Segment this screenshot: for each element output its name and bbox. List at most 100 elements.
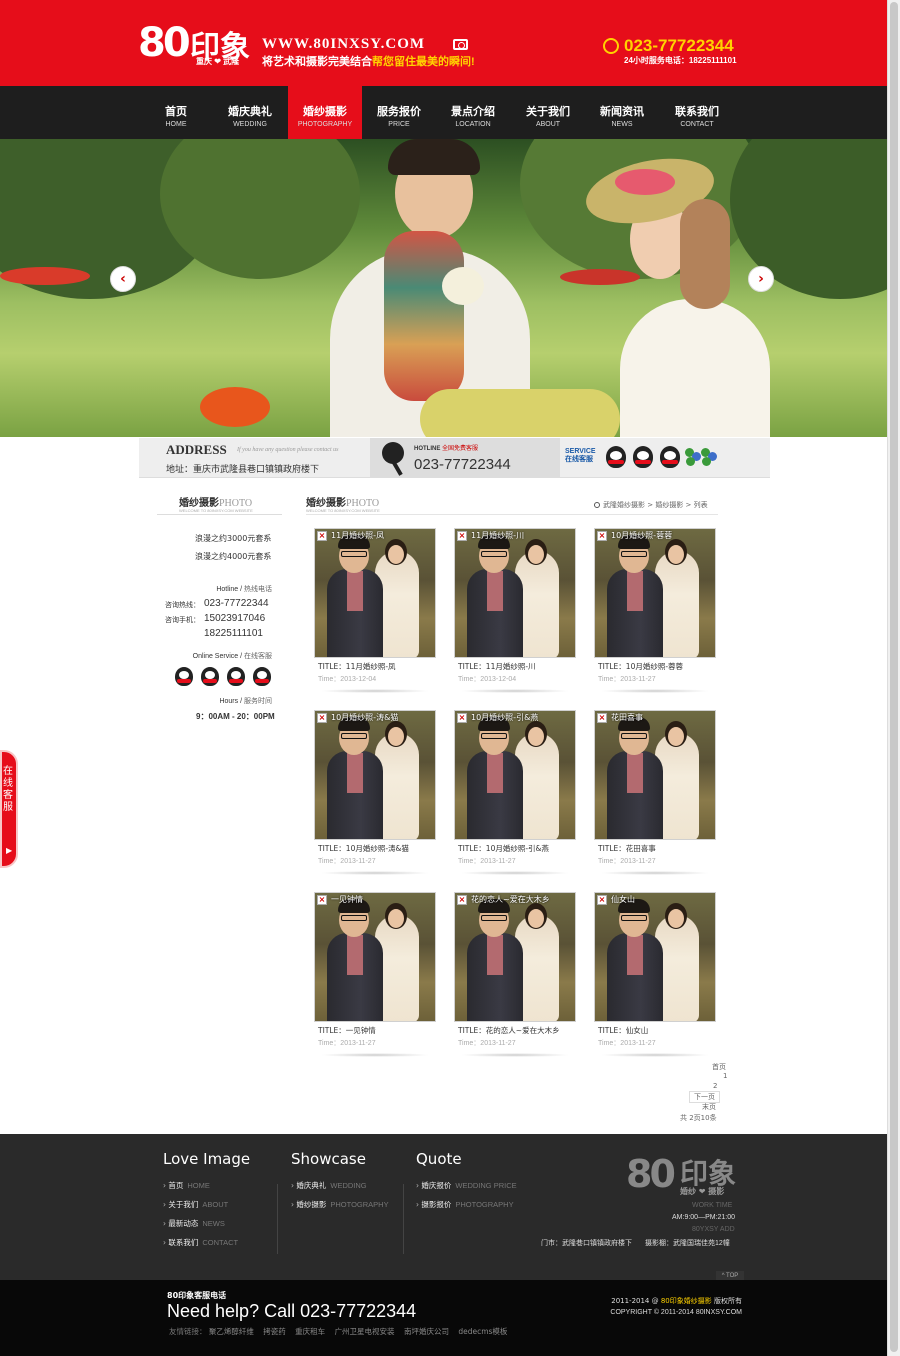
photo-card[interactable]: × 花田喜事 TITLE：花田喜事 Time：2013-11-27 — [594, 710, 716, 880]
nav-photography[interactable]: 婚纱摄影 PHOTOGRAPHY — [288, 86, 362, 139]
page-2[interactable]: 2 — [713, 1082, 717, 1090]
sidebar-link[interactable]: 浪漫之约3000元套系 — [195, 533, 271, 544]
photo-thumbnail[interactable]: × 花田喜事 — [594, 710, 716, 840]
photo-thumbnail[interactable]: × 10月婚纱照-引&燕 — [454, 710, 576, 840]
photo-title[interactable]: TITLE：10月婚纱照-涛&猫 — [318, 843, 409, 854]
nav-wedding[interactable]: 婚庆典礼 WEDDING — [213, 86, 287, 139]
photo-card[interactable]: × 10月婚纱照-涛&猫 TITLE：10月婚纱照-涛&猫 Time：2013-11-… — [314, 710, 436, 880]
card-shadow — [320, 871, 430, 875]
photo-title[interactable]: TITLE：花田喜事 — [598, 843, 656, 854]
banner-prev-button[interactable]: ‹ — [110, 266, 136, 292]
photo-thumbnail[interactable]: × 10月婚纱照-涛&猫 — [314, 710, 436, 840]
footer-link[interactable]: 关于我们ABOUT — [163, 1199, 228, 1210]
bride-face — [528, 727, 544, 746]
hero-banner: ‹ › — [0, 139, 887, 437]
groom-shirt — [347, 571, 363, 611]
photo-title[interactable]: TITLE：仙女山 — [598, 1025, 648, 1036]
nav-price[interactable]: 服务报价 PRICE — [362, 86, 436, 139]
studio-address: 摄影棚：武隆国瑞佳苑12幢 — [645, 1240, 730, 1247]
qq-icon[interactable] — [606, 446, 626, 468]
photo-thumbnail[interactable]: × 10月婚纱照-蓉蓉 — [594, 528, 716, 658]
page-last[interactable]: 末页 — [702, 1102, 716, 1112]
online-caption-cn: 在线客服 — [244, 653, 272, 660]
logo[interactable]: 80 印象 重庆 ❤ 武隆 — [138, 18, 258, 70]
photo-alt-text: 10月婚纱照-蓉蓉 — [611, 531, 673, 540]
footer-link-cn: 婚庆典礼 — [296, 1181, 327, 1190]
photo-title[interactable]: TITLE：11月婚纱照-川 — [458, 661, 536, 672]
sidebar-link[interactable]: 浪漫之约4000元套系 — [195, 551, 271, 562]
qq-icon[interactable] — [660, 446, 680, 468]
online-service-tab[interactable]: 在线客服 ▶ — [0, 750, 18, 868]
site-url: WWW.80INXSY.COM — [262, 36, 426, 52]
footer-link-en: PHOTOGRAPHY — [330, 1200, 389, 1209]
card-shadow — [320, 689, 430, 693]
slogan-highlight: 帮您留住最美的瞬间! — [372, 56, 475, 68]
nav-label-en: LOCATION — [455, 121, 491, 128]
header-hotline: 24小时服务电话：18225111101 — [624, 56, 737, 65]
photo-thumbnail[interactable]: × 11月婚纱照-凤 — [314, 528, 436, 658]
footer-link[interactable]: 首页HOME — [163, 1180, 210, 1191]
photo-card[interactable]: × 11月婚纱照-凤 TITLE：11月婚纱照-凤 Time：2013-12-04 — [314, 528, 436, 698]
nav-about[interactable]: 关于我们 ABOUT — [511, 86, 585, 139]
nav-news[interactable]: 新闻资讯 NEWS — [585, 86, 659, 139]
friend-link[interactable]: 拷瓷药 — [263, 1327, 286, 1336]
photo-title[interactable]: TITLE：11月婚纱照-凤 — [318, 661, 396, 672]
photo-title[interactable]: TITLE：一见钟情 — [318, 1025, 376, 1036]
photo-date: Time：2013-12-04 — [318, 676, 377, 683]
page-1[interactable]: 1 — [723, 1072, 727, 1080]
photo-title[interactable]: TITLE：10月婚纱照-蓉蓉 — [598, 661, 683, 672]
footer-link[interactable]: 婚纱摄影PHOTOGRAPHY — [291, 1199, 389, 1210]
friend-link[interactable]: 聚乙烯醇纤维 — [209, 1327, 254, 1336]
footer-link[interactable]: 最新动态NEWS — [163, 1218, 225, 1229]
card-shadow — [460, 871, 570, 875]
hotline-label: HOTLINE 全国免费客服 — [414, 443, 478, 452]
hotline-caption: Hotline / 热线电话 — [216, 586, 272, 593]
friend-link[interactable]: 南坪婚庆公司 — [404, 1327, 449, 1336]
photo-thumbnail[interactable]: × 11月婚纱照-川 — [454, 528, 576, 658]
photo-card[interactable]: × 11月婚纱照-川 TITLE：11月婚纱照-川 Time：2013-12-04 — [454, 528, 576, 698]
photo-title[interactable]: TITLE：花的恋人~爱在大木乡 — [458, 1025, 560, 1036]
qq-icon[interactable] — [253, 667, 271, 686]
photo-thumbnail[interactable]: × 仙女山 — [594, 892, 716, 1022]
nav-label-en: HOME — [165, 121, 187, 128]
photo-card[interactable]: × 10月婚纱照-引&燕 TITLE：10月婚纱照-引&燕 Time：2013-11-… — [454, 710, 576, 880]
photo-thumbnail[interactable]: × 一见钟情 — [314, 892, 436, 1022]
photo-card[interactable]: × 一见钟情 TITLE：一见钟情 Time：2013-11-27 — [314, 892, 436, 1062]
photo-card[interactable]: × 花的恋人~爱在大木乡 TITLE：花的恋人~爱在大木乡 Time：2013-11-… — [454, 892, 576, 1062]
friend-link[interactable]: dedecms模板 — [458, 1327, 507, 1336]
broken-image-icon: × — [457, 713, 467, 723]
copyright-brand[interactable]: 80印象婚纱摄影 — [661, 1297, 712, 1305]
divider — [403, 1184, 404, 1254]
broken-image-icon: × — [597, 531, 607, 541]
footer-link[interactable]: 联系我们CONTACT — [163, 1237, 238, 1248]
banner-flowers — [200, 387, 270, 427]
footer-link[interactable]: 摄影报价PHOTOGRAPHY — [416, 1199, 513, 1210]
photo-thumbnail[interactable]: × 花的恋人~爱在大木乡 — [454, 892, 576, 1022]
header: 80 印象 重庆 ❤ 武隆 WWW.80INXSY.COM 将艺术和摄影完美结合… — [0, 0, 887, 86]
scrollbar-thumb[interactable] — [890, 2, 898, 1352]
photo-card[interactable]: × 10月婚纱照-蓉蓉 TITLE：10月婚纱照-蓉蓉 Time：2013-11-27 — [594, 528, 716, 698]
photo-card[interactable]: × 仙女山 TITLE：仙女山 Time：2013-11-27 — [594, 892, 716, 1062]
qq-icon[interactable] — [201, 667, 219, 686]
photo-title[interactable]: TITLE：10月婚纱照-引&燕 — [458, 843, 549, 854]
friend-link[interactable]: 广州卫星电视安装 — [335, 1327, 395, 1336]
footer-link[interactable]: 婚庆典礼WEDDING — [291, 1180, 366, 1191]
msn-icon[interactable] — [699, 446, 721, 468]
breadcrumb-text[interactable]: 武隆婚纱摄影 > 婚纱摄影 > 列表 — [603, 501, 708, 509]
banner-next-button[interactable]: › — [748, 266, 774, 292]
broken-image-icon: × — [597, 713, 607, 723]
friend-link[interactable]: 重庆租车 — [295, 1327, 325, 1336]
online-service-label: SERVICE 在线客服 — [565, 448, 596, 464]
phone-icon — [603, 38, 619, 54]
nav-home[interactable]: 首页 HOME — [139, 86, 213, 139]
qq-icon[interactable] — [227, 667, 245, 686]
nav-location[interactable]: 景点介绍 LOCATION — [436, 86, 510, 139]
broken-image-icon: × — [317, 895, 327, 905]
qq-icon[interactable] — [175, 667, 193, 686]
footer-link[interactable]: 婚庆报价WEDDING PRICE — [416, 1180, 516, 1191]
page-first[interactable]: 首页 — [712, 1062, 726, 1072]
page-scrollbar[interactable] — [887, 0, 900, 1356]
glasses — [481, 915, 507, 921]
qq-icon[interactable] — [633, 446, 653, 468]
nav-contact[interactable]: 联系我们 CONTACT — [660, 86, 734, 139]
